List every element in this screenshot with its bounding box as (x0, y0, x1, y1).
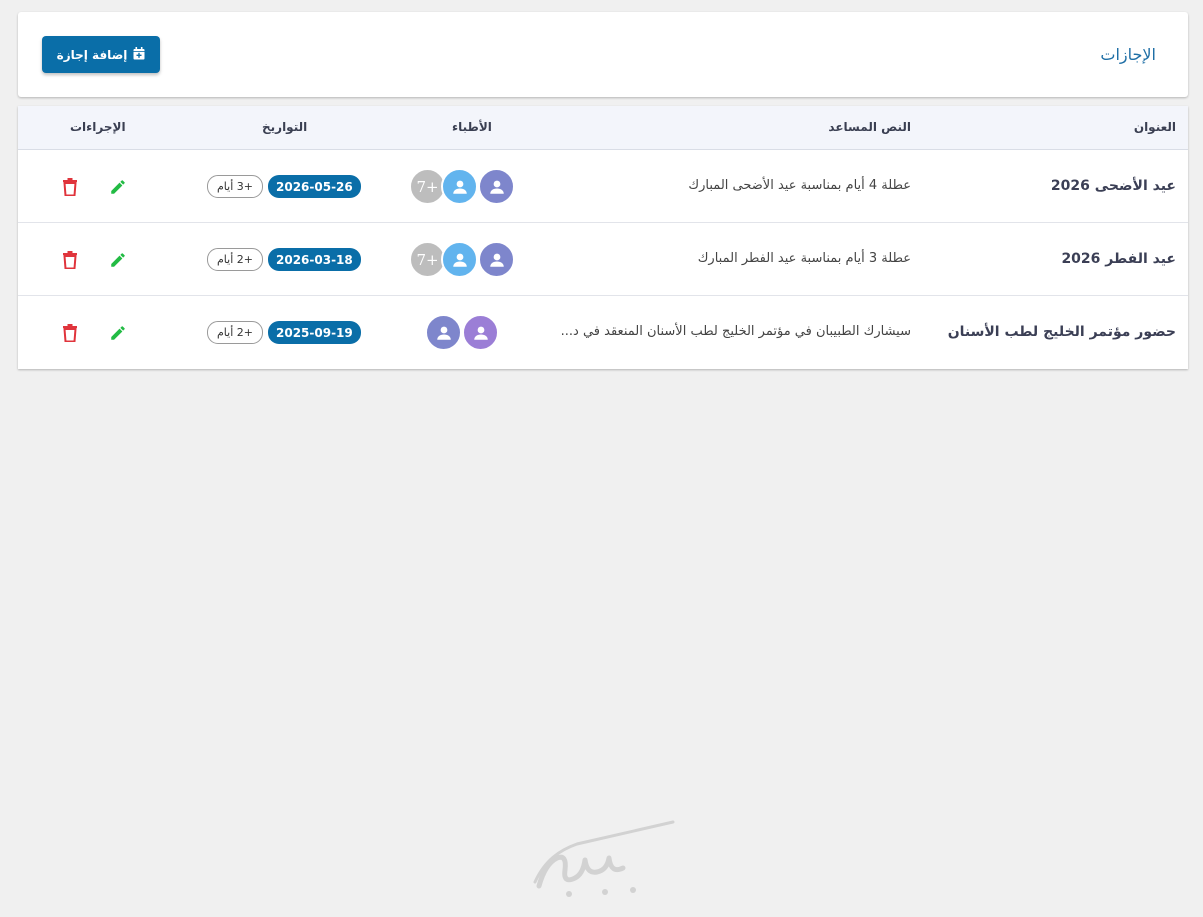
start-date-badge: 2025-09-19 (268, 321, 361, 344)
vacation-help-text: عطلة 3 أيام بمناسبة عيد الفطر المبارك (697, 251, 911, 266)
pencil-icon[interactable] (108, 323, 128, 343)
column-header-help-text: النص المساعد (828, 120, 911, 134)
pencil-icon[interactable] (108, 177, 128, 197)
vacation-dates: +2 أيام 2025-09-19 (207, 321, 361, 344)
user-icon[interactable] (478, 168, 515, 205)
column-header-doctors: الأطباء (452, 120, 492, 134)
row-actions (60, 250, 128, 270)
start-date-badge: 2026-05-26 (268, 175, 361, 198)
row-actions (60, 177, 128, 197)
table-row: حضور مؤتمر الخليج لطب الأسنان سيشارك الط… (18, 296, 1188, 369)
doctor-avatars (425, 314, 499, 351)
vacations-table: العنوان النص المساعد الأطباء التواريخ ال… (18, 106, 1188, 369)
user-icon[interactable] (441, 241, 478, 278)
table-header: العنوان النص المساعد الأطباء التواريخ ال… (18, 106, 1188, 150)
pencil-icon[interactable] (108, 250, 128, 270)
user-icon[interactable] (462, 314, 499, 351)
trash-icon[interactable] (60, 250, 80, 270)
table-row: عيد الأضحى 2026 عطلة 4 أيام بمناسبة عيد … (18, 150, 1188, 223)
extra-days-badge: +3 أيام (207, 175, 263, 198)
add-vacation-button[interactable]: إضافة إجازة (42, 36, 160, 73)
vacation-dates: +2 أيام 2026-03-18 (207, 248, 361, 271)
column-header-dates: التواريخ (262, 120, 308, 134)
start-date-badge: 2026-03-18 (268, 248, 361, 271)
footer-logo (525, 820, 677, 900)
extra-days-badge: +2 أيام (207, 321, 263, 344)
table-row: عيد الفطر 2026 عطلة 3 أيام بمناسبة عيد ا… (18, 223, 1188, 296)
extra-days-badge: +2 أيام (207, 248, 263, 271)
column-header-actions: الإجراءات (70, 120, 126, 134)
user-icon[interactable] (478, 241, 515, 278)
vacation-help-text: سيشارك الطبيبان في مؤتمر الخليج لطب الأس… (560, 324, 911, 339)
page-title: الإجازات (1100, 45, 1156, 64)
trash-icon[interactable] (60, 323, 80, 343)
doctor-avatars: 7+ (409, 168, 515, 205)
vacation-dates: +3 أيام 2026-05-26 (207, 175, 361, 198)
doctor-avatars: 7+ (409, 241, 515, 278)
page-header: الإجازات إضافة إجازة (18, 12, 1188, 97)
vacation-title: حضور مؤتمر الخليج لطب الأسنان (947, 324, 1176, 340)
vacation-title: عيد الفطر 2026 (1061, 251, 1176, 267)
user-icon[interactable] (441, 168, 478, 205)
trash-icon[interactable] (60, 177, 80, 197)
calendar-plus-icon (133, 46, 145, 63)
add-vacation-label: إضافة إجازة (56, 47, 128, 62)
vacation-title: عيد الأضحى 2026 (1050, 178, 1176, 194)
column-header-title: العنوان (1133, 120, 1176, 134)
vacation-help-text: عطلة 4 أيام بمناسبة عيد الأضحى المبارك (688, 178, 911, 193)
row-actions (60, 323, 128, 343)
user-icon[interactable] (425, 314, 462, 351)
